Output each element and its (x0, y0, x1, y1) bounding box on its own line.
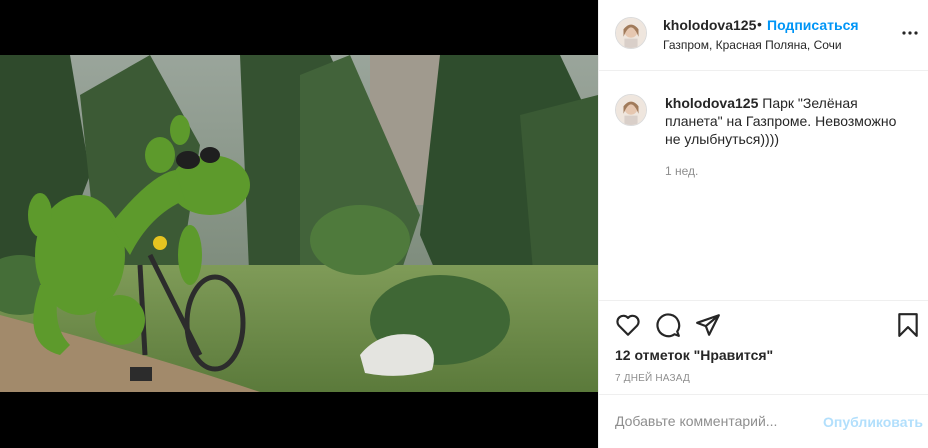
post-header: kholodova125 • Подписаться Газпром, Крас… (599, 0, 928, 71)
post-date[interactable]: 7 дней назад (615, 373, 690, 384)
likes-count[interactable]: 12 отметок "Нравится" (615, 347, 773, 363)
separator-dot: • (757, 16, 762, 32)
add-comment-bar: Опубликовать (599, 394, 928, 448)
comment-input[interactable] (615, 413, 815, 429)
caption-text: kholodova125 Парк "Зелёная планета" на Г… (665, 94, 915, 148)
post-media (0, 0, 598, 448)
share-icon[interactable] (695, 312, 721, 338)
publish-button[interactable]: Опубликовать (823, 414, 923, 430)
topiary-camel-image (0, 55, 598, 392)
avatar[interactable] (615, 17, 647, 49)
comment-age[interactable]: 1 нед. (665, 164, 698, 178)
action-bar: 12 отметок "Нравится" 7 дней назад (599, 300, 928, 394)
post-panel: kholodova125 • Подписаться Газпром, Крас… (598, 0, 928, 448)
post-photo[interactable] (0, 55, 598, 392)
avatar[interactable] (615, 94, 647, 126)
comment-username[interactable]: kholodova125 (665, 95, 758, 111)
heart-icon[interactable] (615, 312, 641, 338)
follow-button[interactable]: Подписаться (767, 17, 859, 33)
save-icon[interactable] (895, 312, 921, 338)
username[interactable]: kholodova125 (663, 17, 756, 33)
comment-icon[interactable] (655, 312, 681, 338)
location-link[interactable]: Газпром, Красная Поляна, Сочи (663, 38, 842, 52)
more-options-icon[interactable] (901, 24, 919, 42)
